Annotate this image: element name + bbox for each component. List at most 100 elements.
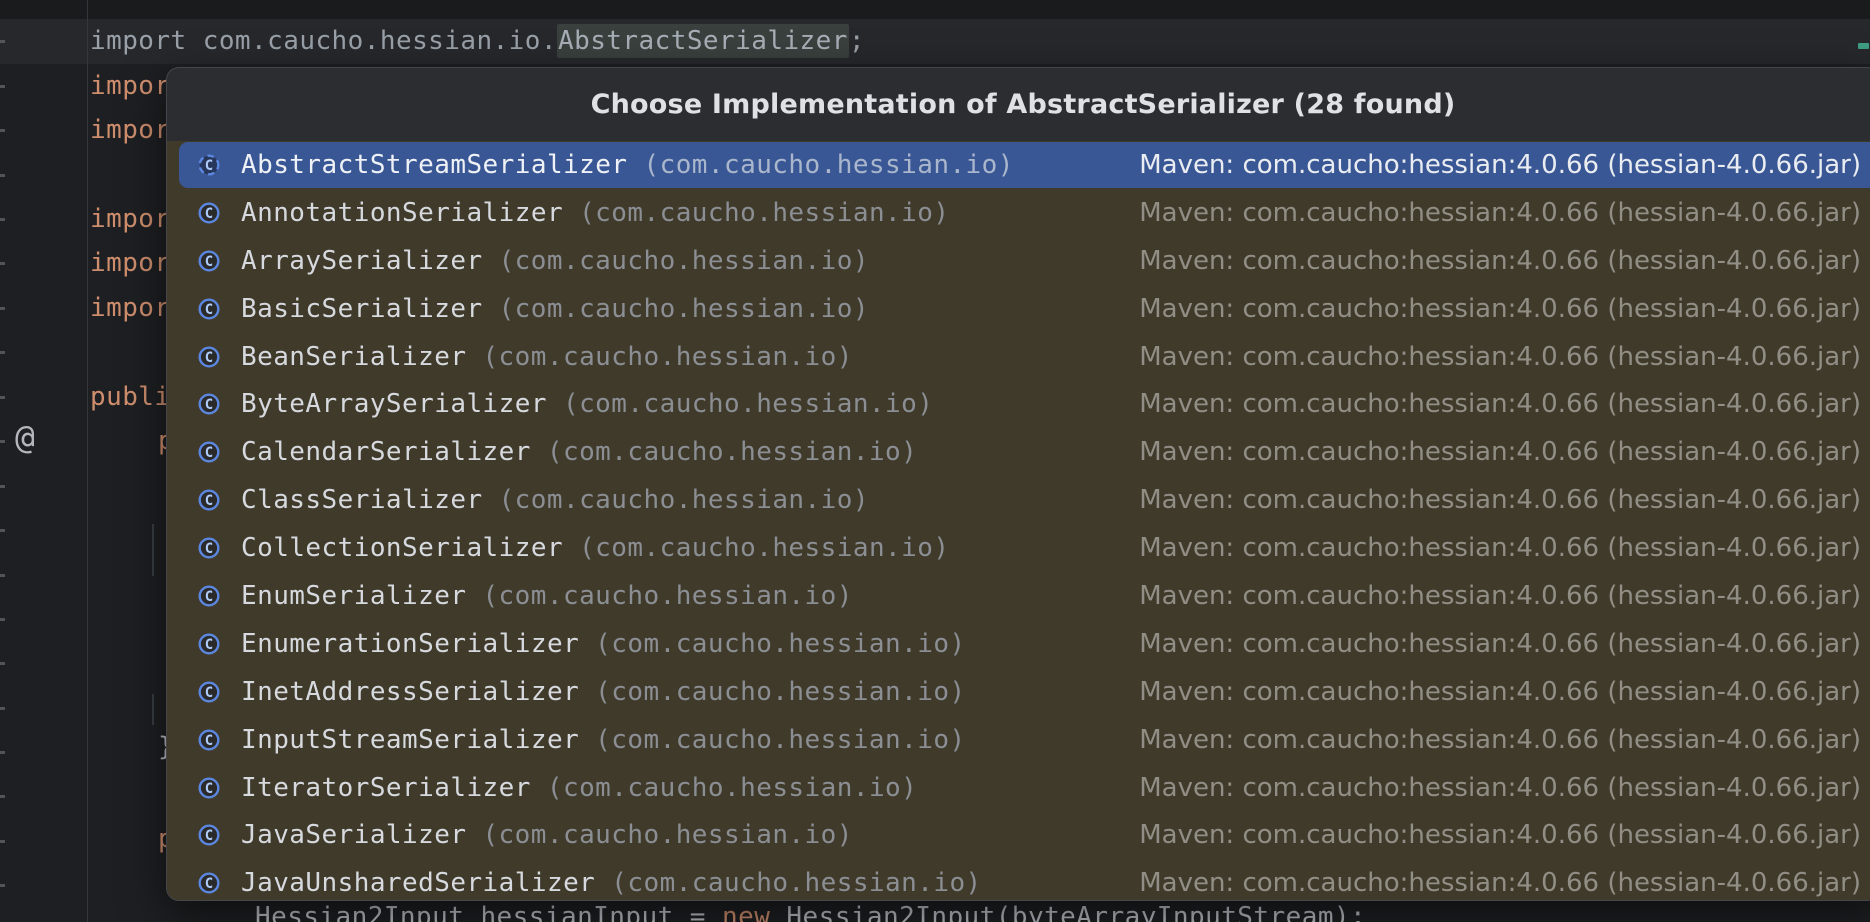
- code-line-import-abstractserializer[interactable]: import com.caucho.hessian.io.AbstractSer…: [90, 26, 865, 56]
- class-name: InetAddressSerializer: [241, 677, 579, 707]
- line-number-tick: [0, 707, 5, 710]
- package-name: (com.caucho.hessian.io): [482, 820, 852, 850]
- maven-location: Maven: com.caucho:hessian:4.0.66 (hessia…: [1139, 342, 1861, 372]
- class-name: InputStreamSerializer: [241, 725, 579, 755]
- ide-editor-screen: @ import com.caucho.hessian.io.AbstractS…: [0, 0, 1870, 922]
- line-number-tick: [0, 574, 5, 577]
- line-number-tick: [0, 351, 5, 354]
- class-name: AbstractStreamSerializer: [241, 150, 627, 180]
- class-icon: C: [197, 345, 221, 369]
- implementation-row[interactable]: C CalendarSerializer (com.caucho.hessian…: [167, 428, 1870, 476]
- class-icon-letter: C: [205, 780, 213, 796]
- package-name: (com.caucho.hessian.io): [611, 868, 981, 898]
- package-name: (com.caucho.hessian.io): [499, 246, 869, 276]
- maven-location: Maven: com.caucho:hessian:4.0.66 (hessia…: [1139, 629, 1861, 659]
- class-icon: C: [197, 536, 221, 560]
- class-icon-letter: C: [205, 828, 213, 844]
- code-line-hessian-input[interactable]: Hessian2Input hessianInput = new Hessian…: [255, 902, 1366, 922]
- package-name: (com.caucho.hessian.io): [595, 677, 965, 707]
- maven-location: Maven: com.caucho:hessian:4.0.66 (hessia…: [1139, 677, 1861, 707]
- class-icon: C: [197, 249, 221, 273]
- class-name: EnumSerializer: [241, 581, 466, 611]
- implementation-row[interactable]: C ClassSerializer (com.caucho.hessian.io…: [167, 476, 1870, 524]
- implementation-row[interactable]: C InetAddressSerializer (com.caucho.hess…: [167, 668, 1870, 716]
- implementation-row[interactable]: C ArraySerializer (com.caucho.hessian.io…: [167, 237, 1870, 285]
- implementation-row[interactable]: C JavaSerializer (com.caucho.hessian.io)…: [167, 811, 1870, 859]
- line-number-tick: [0, 529, 5, 532]
- line-number-tick: [0, 218, 5, 221]
- maven-location: Maven: com.caucho:hessian:4.0.66 (hessia…: [1139, 868, 1861, 898]
- class-name: EnumerationSerializer: [241, 629, 579, 659]
- implementation-row[interactable]: C JavaUnsharedSerializer (com.caucho.hes…: [167, 859, 1870, 901]
- package-name: (com.caucho.hessian.io): [579, 198, 949, 228]
- popup-title: Choose Implementation of AbstractSeriali…: [167, 68, 1870, 141]
- choose-implementation-popup: Choose Implementation of AbstractSeriali…: [166, 67, 1870, 901]
- class-icon: C: [197, 680, 221, 704]
- class-name: BeanSerializer: [241, 342, 466, 372]
- implementation-row[interactable]: C AbstractStreamSerializer (com.caucho.h…: [167, 141, 1870, 189]
- package-name: (com.caucho.hessian.io): [563, 389, 933, 419]
- implementation-row[interactable]: C BeanSerializer (com.caucho.hessian.io)…: [167, 333, 1870, 381]
- line-number-tick: [0, 262, 5, 265]
- class-icon-letter: C: [205, 158, 213, 174]
- class-icon: C: [197, 632, 221, 656]
- class-icon: C: [197, 776, 221, 800]
- class-name: AnnotationSerializer: [241, 198, 563, 228]
- line-number-tick: [0, 618, 5, 621]
- class-icon: C: [197, 488, 221, 512]
- implementation-row[interactable]: C BasicSerializer (com.caucho.hessian.io…: [167, 285, 1870, 333]
- class-icon: C: [197, 871, 221, 895]
- class-icon: C: [197, 823, 221, 847]
- implementation-row[interactable]: C AnnotationSerializer (com.caucho.hessi…: [167, 189, 1870, 237]
- class-icon-letter: C: [205, 397, 213, 413]
- class-name: BasicSerializer: [241, 294, 483, 324]
- implementation-row[interactable]: C CollectionSerializer (com.caucho.hessi…: [167, 524, 1870, 572]
- class-name: ArraySerializer: [241, 246, 483, 276]
- highlighted-usage-token: AbstractSerializer: [557, 24, 849, 58]
- implementation-row[interactable]: C InputStreamSerializer (com.caucho.hess…: [167, 716, 1870, 764]
- package-name: (com.caucho.hessian.io): [482, 581, 852, 611]
- class-icon-letter: C: [205, 541, 213, 557]
- package-name: (com.caucho.hessian.io): [499, 294, 869, 324]
- line-number-tick: [0, 440, 5, 443]
- package-name: (com.caucho.hessian.io): [482, 342, 852, 372]
- maven-location: Maven: com.caucho:hessian:4.0.66 (hessia…: [1139, 389, 1861, 419]
- line-number-tick: [0, 307, 5, 310]
- class-name: CollectionSerializer: [241, 533, 563, 563]
- implementation-row[interactable]: C EnumSerializer (com.caucho.hessian.io)…: [167, 572, 1870, 620]
- class-icon-letter: C: [205, 301, 213, 317]
- maven-location: Maven: com.caucho:hessian:4.0.66 (hessia…: [1139, 485, 1861, 515]
- import-prefix: import com.caucho.hessian.io.: [90, 26, 557, 56]
- maven-location: Maven: com.caucho:hessian:4.0.66 (hessia…: [1139, 246, 1861, 276]
- class-name: IteratorSerializer: [241, 773, 531, 803]
- class-icon: C: [197, 440, 221, 464]
- class-icon: C: [197, 584, 221, 608]
- line-number-tick: [0, 795, 5, 798]
- implementations-list[interactable]: C AbstractStreamSerializer (com.caucho.h…: [167, 141, 1870, 900]
- maven-location: Maven: com.caucho:hessian:4.0.66 (hessia…: [1139, 198, 1861, 228]
- line-number-tick: [0, 485, 5, 488]
- implementation-row[interactable]: C ByteArraySerializer (com.caucho.hessia…: [167, 380, 1870, 428]
- implementation-row[interactable]: C IteratorSerializer (com.caucho.hessian…: [167, 764, 1870, 812]
- line-number-tick: [0, 40, 5, 43]
- inspection-stripe-mark[interactable]: [1858, 43, 1869, 49]
- import-suffix: ;: [849, 26, 865, 56]
- class-icon-letter: C: [205, 732, 213, 748]
- implementation-row[interactable]: C EnumerationSerializer (com.caucho.hess…: [167, 620, 1870, 668]
- class-icon: C: [197, 392, 221, 416]
- class-name: JavaSerializer: [241, 820, 466, 850]
- annotation-gutter-icon[interactable]: @: [15, 418, 35, 457]
- line-number-tick: [0, 85, 5, 88]
- line-number-tick: [0, 662, 5, 665]
- line-number-tick: [0, 751, 5, 754]
- indent-guide: [152, 524, 154, 576]
- class-name: ByteArraySerializer: [241, 389, 547, 419]
- line-number-tick: [0, 840, 5, 843]
- class-icon-letter: C: [205, 206, 213, 222]
- maven-location: Maven: com.caucho:hessian:4.0.66 (hessia…: [1139, 150, 1861, 180]
- package-name: (com.caucho.hessian.io): [595, 725, 965, 755]
- line-number-tick: [0, 884, 5, 887]
- class-icon-letter: C: [205, 493, 213, 509]
- package-name: (com.caucho.hessian.io): [579, 533, 949, 563]
- code-text: Hessian2Input(byteArrayInputStream);: [770, 902, 1366, 922]
